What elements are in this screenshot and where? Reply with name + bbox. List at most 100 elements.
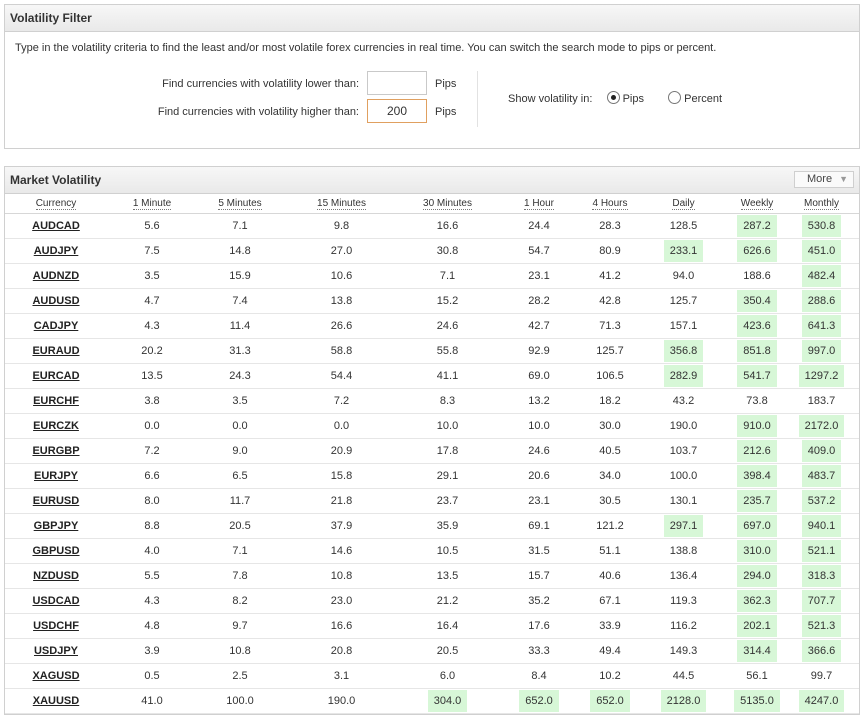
value-cell: 18.2 xyxy=(583,388,637,414)
more-button-label[interactable]: More xyxy=(807,173,832,185)
currency-link[interactable]: EURUSD xyxy=(33,495,79,507)
currency-link[interactable]: XAGUSD xyxy=(32,670,79,682)
value-cell: 287.2 xyxy=(730,213,784,239)
table-row: EURAUD 20.2 31.3 58.8 55.8 92.9 125.7 356.8 851.… xyxy=(5,338,859,364)
currency-link[interactable]: EURCZK xyxy=(33,420,79,432)
volatility-value: 125.7 xyxy=(596,345,624,357)
value-cell: 183.7 xyxy=(784,388,859,414)
value-cell: 202.1 xyxy=(730,613,784,639)
currency-cell: GBPJPY xyxy=(5,513,107,539)
currency-cell: EURUSD xyxy=(5,488,107,514)
value-cell: 9.7 xyxy=(197,613,283,639)
higher-filter-row: Find currencies with volatility higher t… xyxy=(5,99,475,127)
currency-link[interactable]: AUDUSD xyxy=(32,295,79,307)
column-header-currency[interactable]: Currency xyxy=(5,194,107,214)
value-cell: 136.4 xyxy=(637,563,730,589)
volatility-value: 5.5 xyxy=(144,570,160,582)
column-header-4-hours[interactable]: 4 Hours xyxy=(583,194,637,214)
value-cell: 119.3 xyxy=(637,588,730,614)
currency-link[interactable]: AUDNZD xyxy=(33,270,79,282)
column-header-15-minutes[interactable]: 15 Minutes xyxy=(283,194,400,214)
lower-volatility-input[interactable] xyxy=(367,71,427,95)
volatility-value: 125.7 xyxy=(669,295,698,307)
currency-link[interactable]: USDJPY xyxy=(34,645,78,657)
volatility-value: 41.0 xyxy=(141,695,163,707)
volatility-value: 28.3 xyxy=(599,220,621,232)
mode-option-pips[interactable]: Pips xyxy=(606,91,648,105)
currency-link[interactable]: AUDCAD xyxy=(32,220,80,232)
value-cell: 35.9 xyxy=(400,513,495,539)
volatility-value: 652.0 xyxy=(519,690,559,712)
volatility-value: 3.9 xyxy=(144,645,160,657)
column-header-daily[interactable]: Daily xyxy=(637,194,730,214)
value-cell: 451.0 xyxy=(784,238,859,264)
value-cell: 100.0 xyxy=(197,688,283,714)
currency-link[interactable]: USDCAD xyxy=(32,595,79,607)
value-cell: 235.7 xyxy=(730,488,784,514)
column-header-1-minute[interactable]: 1 Minute xyxy=(107,194,197,214)
value-cell: 10.0 xyxy=(400,413,495,439)
volatility-value: 3.8 xyxy=(144,395,160,407)
value-cell: 15.2 xyxy=(400,288,495,314)
value-cell: 138.8 xyxy=(637,538,730,564)
currency-link[interactable]: EURAUD xyxy=(32,345,79,357)
volatility-value: 314.4 xyxy=(737,640,777,662)
volatility-value: 398.4 xyxy=(737,465,777,487)
volatility-value: 530.8 xyxy=(801,215,842,237)
currency-link[interactable]: NZDUSD xyxy=(33,570,79,582)
value-cell: 7.8 xyxy=(197,563,283,589)
column-header-30-minutes[interactable]: 30 Minutes xyxy=(400,194,495,214)
currency-link[interactable]: XAUUSD xyxy=(33,695,79,707)
value-cell: 40.5 xyxy=(583,438,637,464)
pips-radio[interactable] xyxy=(606,91,620,104)
volatility-value: 55.8 xyxy=(436,345,459,357)
value-cell: 851.8 xyxy=(730,338,784,364)
value-cell: 13.8 xyxy=(283,288,400,314)
volatility-value: 34.0 xyxy=(599,470,621,482)
volatility-value: 67.1 xyxy=(599,595,621,607)
column-header-weekly[interactable]: Weekly xyxy=(730,194,784,214)
currency-link[interactable]: GBPUSD xyxy=(32,545,79,557)
currency-link[interactable]: AUDJPY xyxy=(34,245,79,257)
currency-link[interactable]: GBPJPY xyxy=(34,520,79,532)
value-cell: 910.0 xyxy=(730,413,784,439)
volatility-value: 304.0 xyxy=(427,690,468,712)
higher-volatility-input[interactable] xyxy=(367,99,427,123)
value-cell: 58.8 xyxy=(283,338,400,364)
value-cell: 423.6 xyxy=(730,313,784,339)
value-cell: 54.7 xyxy=(495,238,583,264)
more-button[interactable]: More ▼ xyxy=(794,171,854,188)
volatility-value: 7.4 xyxy=(232,295,248,307)
volatility-value: 157.1 xyxy=(669,320,698,332)
percent-radio-label[interactable]: Percent xyxy=(684,93,722,105)
column-header-5-minutes[interactable]: 5 Minutes xyxy=(197,194,283,214)
volatility-value: 33.3 xyxy=(528,645,550,657)
column-header-monthly[interactable]: Monthly xyxy=(784,194,859,214)
column-header-1-hour[interactable]: 1 Hour xyxy=(495,194,583,214)
currency-link[interactable]: CADJPY xyxy=(34,320,79,332)
currency-link[interactable]: USDCHF xyxy=(33,620,79,632)
chevron-down-icon: ▼ xyxy=(839,174,848,184)
percent-radio[interactable] xyxy=(668,91,682,104)
value-cell: 2172.0 xyxy=(784,413,859,439)
currency-link[interactable]: EURJPY xyxy=(34,470,78,482)
volatility-value: 541.7 xyxy=(737,365,777,387)
currency-link[interactable]: EURCHF xyxy=(33,395,79,407)
volatility-value: 20.2 xyxy=(141,345,163,357)
currency-link[interactable]: EURCAD xyxy=(32,370,79,382)
volatility-value: 92.9 xyxy=(528,345,550,357)
pips-radio-label[interactable]: Pips xyxy=(623,93,644,105)
volatility-value: 297.1 xyxy=(663,515,704,537)
volatility-value: 4.3 xyxy=(144,595,160,607)
value-cell: 71.3 xyxy=(583,313,637,339)
market-panel-header: Market Volatility More ▼ xyxy=(5,167,859,194)
value-cell: 5135.0 xyxy=(730,688,784,714)
value-cell: 125.7 xyxy=(637,288,730,314)
mode-option-percent[interactable]: Percent xyxy=(668,91,722,105)
volatility-value: 356.8 xyxy=(663,340,704,362)
volatility-value: 7.1 xyxy=(232,220,248,232)
currency-cell: USDCAD xyxy=(5,588,107,614)
currency-link[interactable]: EURGBP xyxy=(32,445,79,457)
volatility-value: 23.1 xyxy=(528,495,550,507)
volatility-value: 190.0 xyxy=(669,420,698,432)
